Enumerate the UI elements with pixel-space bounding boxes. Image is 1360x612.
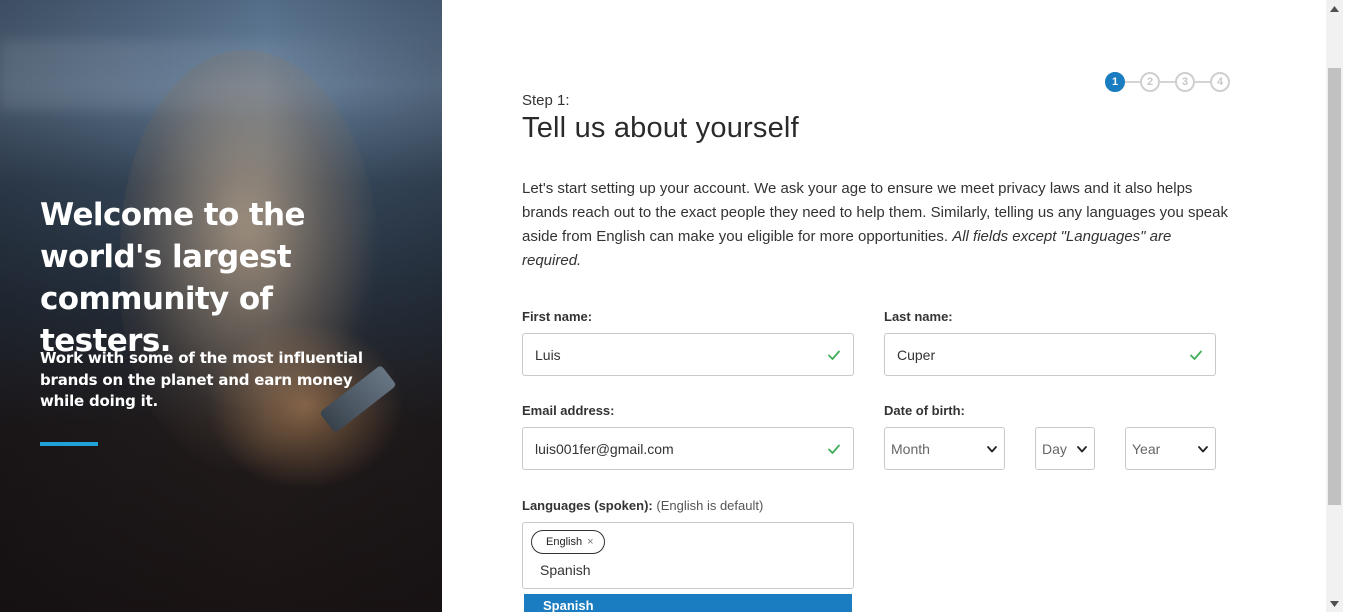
scroll-up-arrow[interactable]: [1326, 0, 1343, 17]
chevron-down-icon: [1198, 445, 1208, 452]
hero-accent-bar: [40, 442, 98, 446]
dob-month-select[interactable]: Month: [884, 427, 1005, 470]
first-name-field[interactable]: Luis: [522, 333, 854, 376]
step-connector: [1125, 81, 1140, 83]
languages-label: Languages (spoken): (English is default): [522, 498, 763, 513]
hero-headline: Welcome to the world's largest community…: [40, 197, 306, 359]
check-icon: [1190, 350, 1202, 360]
step-4: 4: [1210, 72, 1230, 92]
step-connector: [1195, 81, 1210, 83]
check-icon: [828, 444, 840, 454]
progress-stepper: 1 2 3 4: [1105, 72, 1230, 92]
hero-subtext: Work with some of the most influential b…: [40, 349, 363, 410]
scroll-thumb[interactable]: [1328, 68, 1341, 505]
first-name-label: First name:: [522, 309, 593, 324]
triangle-up-icon: [1330, 5, 1339, 12]
hero-panel: Welcome to the world's largest community…: [0, 0, 442, 612]
languages-input-text[interactable]: Spanish: [540, 562, 591, 578]
last-name-field[interactable]: Cuper: [884, 333, 1216, 376]
first-name-value: Luis: [535, 346, 561, 363]
languages-hint: (English is default): [656, 498, 764, 513]
dob-year-value: Year: [1132, 440, 1161, 457]
dob-label: Date of birth:: [884, 403, 965, 418]
chevron-down-icon: [987, 445, 997, 452]
language-tag-label: English: [546, 536, 583, 548]
email-value: luis001fer@gmail.com: [535, 440, 674, 457]
dob-year-select[interactable]: Year: [1125, 427, 1216, 470]
step-1: 1: [1105, 72, 1125, 92]
step-connector: [1160, 81, 1175, 83]
email-label: Email address:: [522, 403, 615, 418]
step-label: Step 1:: [522, 92, 570, 109]
language-suggestion-option[interactable]: Spanish: [524, 594, 852, 612]
languages-field[interactable]: English × Spanish: [522, 522, 854, 589]
languages-label-text: Languages (spoken):: [522, 498, 653, 513]
step-2: 2: [1140, 72, 1160, 92]
dob-day-value: Day: [1042, 440, 1067, 457]
check-icon: [828, 350, 840, 360]
step-3: 3: [1175, 72, 1195, 92]
language-tag-english[interactable]: English ×: [531, 530, 605, 554]
chevron-down-icon: [1077, 445, 1087, 452]
scroll-down-arrow[interactable]: [1326, 595, 1343, 612]
page-title: Tell us about yourself: [522, 112, 799, 144]
last-name-value: Cuper: [897, 346, 936, 363]
dob-day-select[interactable]: Day: [1035, 427, 1095, 470]
dob-month-value: Month: [891, 440, 930, 457]
page-scrollbar[interactable]: [1326, 0, 1343, 612]
last-name-label: Last name:: [884, 309, 953, 324]
intro-text: Let's start setting up your account. We …: [522, 177, 1234, 273]
remove-tag-icon[interactable]: ×: [587, 536, 593, 548]
email-field[interactable]: luis001fer@gmail.com: [522, 427, 854, 470]
triangle-down-icon: [1330, 600, 1339, 607]
